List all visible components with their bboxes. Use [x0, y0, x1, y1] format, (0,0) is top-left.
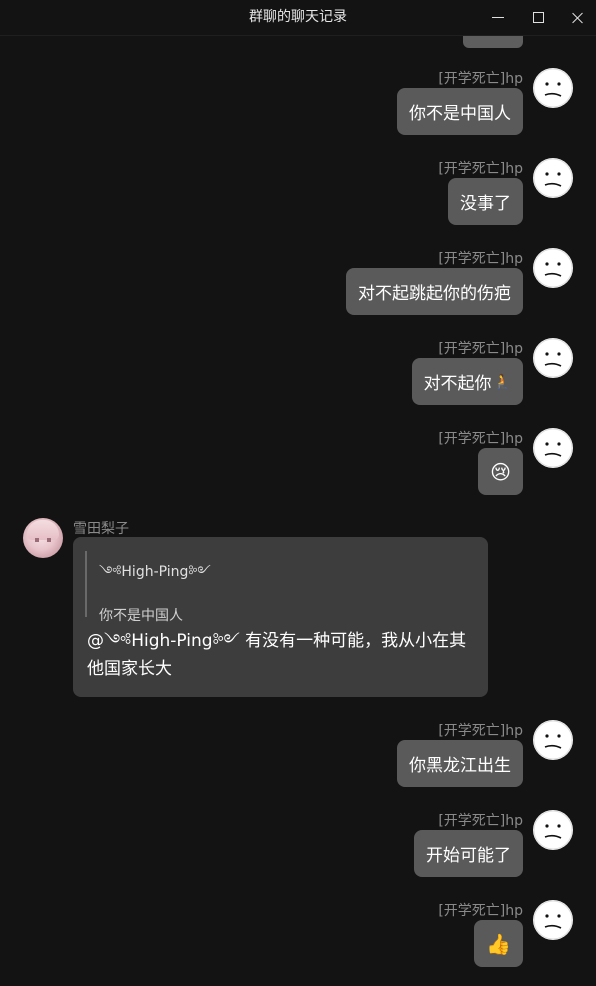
avatar[interactable] — [533, 248, 573, 288]
sender-name: [开学死亡]hp — [438, 251, 523, 267]
message-text: 你不是中国人 — [409, 104, 511, 124]
meh-face-icon — [533, 158, 573, 198]
meh-face-icon — [533, 428, 573, 468]
meh-face-icon — [533, 248, 573, 288]
message-item: [开学死亡]hp 😢 — [0, 428, 596, 500]
avatar[interactable] — [533, 720, 573, 760]
message-text: 开始可能了 — [426, 846, 511, 866]
meh-face-icon — [533, 338, 573, 378]
sender-name: [开学死亡]hp — [438, 71, 523, 87]
title-bar: 群聊的聊天记录 — [0, 0, 596, 36]
avatar[interactable] — [533, 428, 573, 468]
close-icon — [572, 12, 584, 24]
message-bubble[interactable]: 开始可能了 — [414, 830, 523, 877]
sender-name: [开学死亡]hp — [438, 161, 523, 177]
message-item: [开学死亡]hp 开始可能了 — [0, 810, 596, 882]
message-text: 对不起跳起你的伤疤 — [358, 284, 511, 304]
message-bubble[interactable]: 没事了 — [448, 178, 523, 225]
partial-message-bubble — [463, 36, 523, 48]
message-bubble[interactable]: 👍 — [474, 920, 523, 967]
kneeling-person-emoji: 🧎 — [493, 373, 511, 390]
sender-name: [开学死亡]hp — [438, 341, 523, 357]
message-item: [开学死亡]hp 没事了 — [0, 158, 596, 230]
crying-face-emoji: 😢 — [490, 459, 511, 484]
minimize-icon — [492, 17, 504, 18]
quoted-sender-name: ༺High-Ping༻ — [99, 564, 211, 580]
quoted-text: 你不是中国人 — [99, 608, 183, 624]
message-text: 你黑龙江出生 — [409, 756, 511, 776]
sender-name: 雪田梨子 — [73, 521, 129, 537]
message-item: [开学死亡]hp 对不起你 🧎 — [0, 338, 596, 410]
meh-face-icon — [533, 810, 573, 850]
message-item: [开学死亡]hp 你黑龙江出生 — [0, 720, 596, 792]
message-bubble[interactable]: 你不是中国人 — [397, 88, 523, 135]
message-bubble[interactable]: 😢 — [478, 448, 523, 495]
sender-name: [开学死亡]hp — [438, 903, 523, 919]
minimize-button[interactable] — [478, 0, 518, 35]
avatar[interactable] — [533, 68, 573, 108]
sender-name: [开学死亡]hp — [438, 723, 523, 739]
message-list[interactable]: [开学死亡]hp 你不是中国人 [开学死亡]hp 没事了 [开学死亡]hp 对不… — [0, 36, 596, 986]
message-bubble[interactable]: 对不起跳起你的伤疤 — [346, 268, 523, 315]
message-bubble[interactable]: 你黑龙江出生 — [397, 740, 523, 787]
message-item: [开学死亡]hp 你不是中国人 — [0, 68, 596, 140]
quoted-message[interactable]: ༺High-Ping༻ 你不是中国人 — [85, 551, 211, 624]
close-button[interactable] — [558, 0, 596, 35]
avatar[interactable] — [23, 518, 63, 558]
sender-name: [开学死亡]hp — [438, 431, 523, 447]
avatar[interactable] — [533, 900, 573, 940]
avatar[interactable] — [533, 338, 573, 378]
avatar[interactable] — [533, 810, 573, 850]
meh-face-icon — [533, 900, 573, 940]
sender-name: [开学死亡]hp — [438, 813, 523, 829]
message-item: [开学死亡]hp 👍 — [0, 900, 596, 972]
message-text: 没事了 — [460, 194, 511, 214]
message-item: [开学死亡]hp 对不起跳起你的伤疤 — [0, 248, 596, 320]
message-text: @༺High-Ping༻ 有没有一种可能，我从小在其他国家长大 — [87, 631, 467, 679]
maximize-icon — [532, 12, 544, 23]
avatar[interactable] — [533, 158, 573, 198]
meh-face-icon — [533, 720, 573, 760]
meh-face-icon — [533, 68, 573, 108]
avatar-image — [27, 520, 59, 540]
message-text: 对不起你 — [423, 374, 492, 394]
message-bubble[interactable]: 对不起你 🧎 — [411, 358, 523, 405]
thumbs-up-emoji: 👍 — [486, 931, 511, 956]
message-bubble[interactable]: ༺High-Ping༻ 你不是中国人 @༺High-Ping༻ 有没有一种可能，… — [73, 537, 488, 697]
message-item: 雪田梨子 ༺High-Ping༻ 你不是中国人 @༺High-Ping༻ 有没有… — [0, 518, 596, 702]
maximize-button[interactable] — [518, 0, 558, 35]
